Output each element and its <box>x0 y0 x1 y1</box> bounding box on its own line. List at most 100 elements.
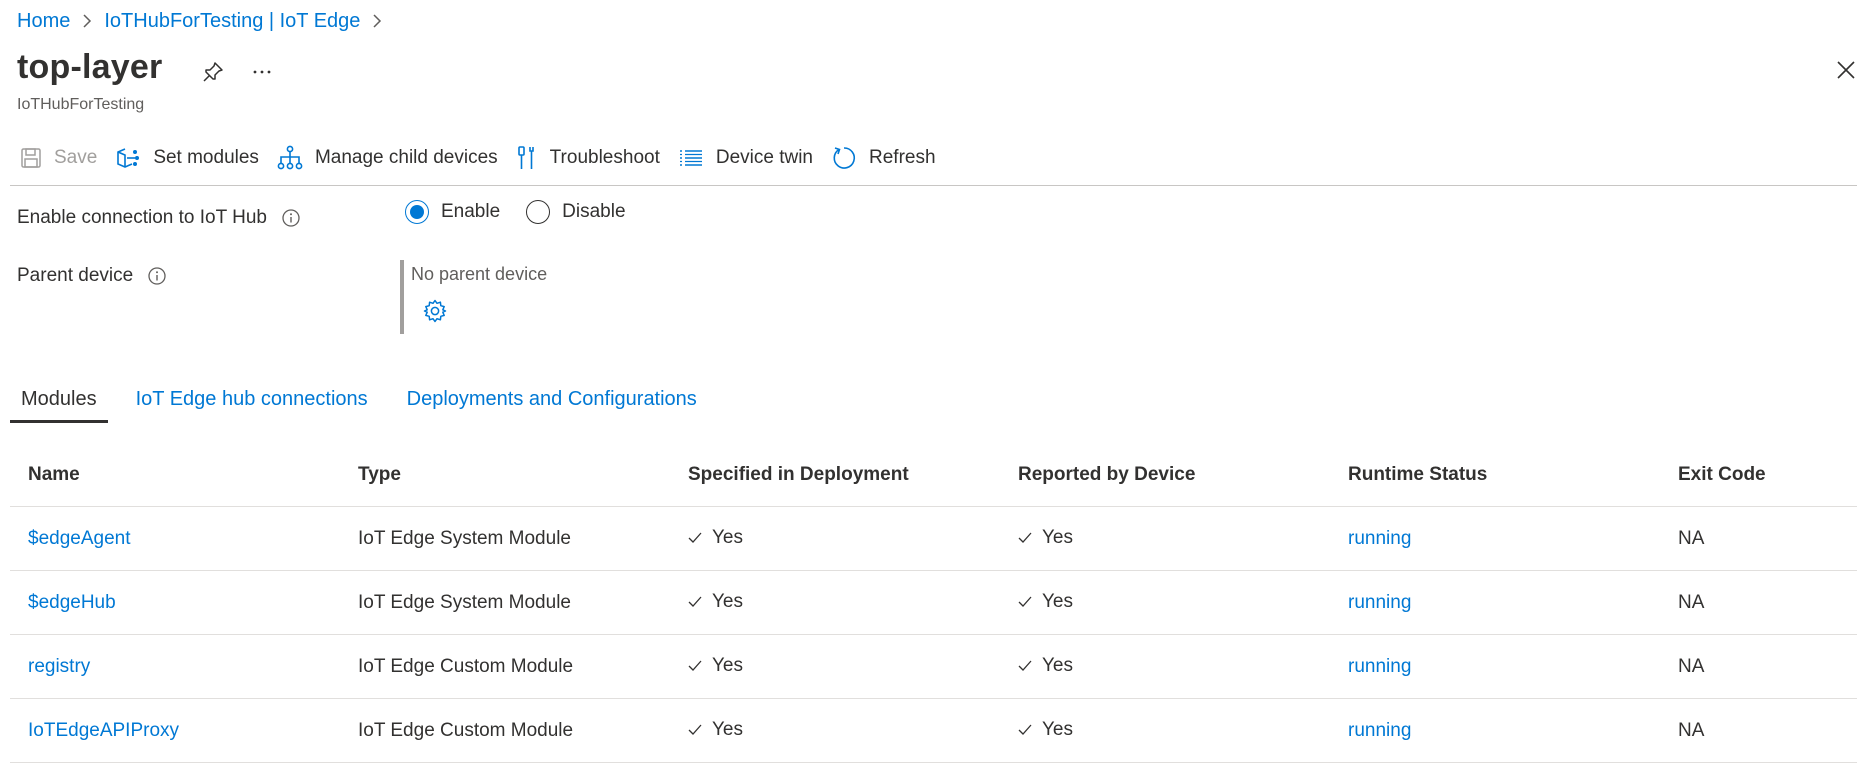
exit-code: NA <box>1660 506 1857 571</box>
enable-radio[interactable]: Enable <box>405 200 500 224</box>
runtime-status-link[interactable]: running <box>1348 592 1411 613</box>
reported-value: Yes <box>1042 527 1073 548</box>
set-modules-button[interactable]: Set modules <box>115 146 259 170</box>
checkmark-icon <box>688 532 702 543</box>
enable-connection-label: Enable connection to IoT Hub <box>17 207 267 228</box>
module-name-link[interactable]: $edgeAgent <box>28 528 131 549</box>
manage-child-devices-button[interactable]: Manage child devices <box>277 145 498 171</box>
column-header-type[interactable]: Type <box>340 444 670 507</box>
reported-cell: Yes <box>1018 719 1073 741</box>
radio-unchecked-icon <box>526 200 551 224</box>
enable-connection-field: Enable connection to IoT Hub <box>17 207 301 229</box>
radio-checked-icon <box>405 200 429 224</box>
command-bar: Save Set modules Manage child devices Tr… <box>20 142 954 174</box>
info-icon[interactable] <box>147 266 167 286</box>
specified-cell: Yes <box>688 527 743 549</box>
module-type: IoT Edge Custom Module <box>340 634 670 699</box>
toolbar-divider <box>10 185 1857 186</box>
set-modules-icon <box>117 148 140 168</box>
reported-cell: Yes <box>1018 591 1073 613</box>
checkmark-icon <box>688 724 702 735</box>
breadcrumb: Home IoTHubForTesting | IoT Edge <box>17 8 394 34</box>
checkmark-icon <box>688 660 702 671</box>
specified-cell: Yes <box>688 591 743 613</box>
column-header-reported[interactable]: Reported by Device <box>1000 444 1330 507</box>
refresh-button[interactable]: Refresh <box>831 145 936 171</box>
tab-bar: Modules IoT Edge hub connections Deploym… <box>10 378 725 423</box>
save-button[interactable]: Save <box>20 147 97 169</box>
reported-value: Yes <box>1042 655 1073 676</box>
exit-code: NA <box>1660 634 1857 699</box>
checkmark-icon <box>1018 724 1032 735</box>
parent-device-field: Parent device <box>17 265 167 287</box>
column-header-runtime-status[interactable]: Runtime Status <box>1330 444 1660 507</box>
device-twin-button[interactable]: Device twin <box>678 147 813 169</box>
module-name-link[interactable]: $edgeHub <box>28 592 116 613</box>
close-icon[interactable] <box>1835 59 1857 81</box>
troubleshoot-label: Troubleshoot <box>549 147 660 168</box>
list-icon <box>679 150 702 166</box>
module-type: IoT Edge System Module <box>340 506 670 571</box>
specified-value: Yes <box>712 655 743 676</box>
specified-value: Yes <box>712 591 743 612</box>
module-type: IoT Edge System Module <box>340 570 670 635</box>
module-name-link[interactable]: registry <box>28 656 90 677</box>
checkmark-icon <box>1018 596 1032 607</box>
table-row: $edgeHub IoT Edge System Module Yes Yes … <box>10 570 1857 635</box>
manage-child-devices-label: Manage child devices <box>314 147 498 168</box>
modules-table: Name Type Specified in Deployment Report… <box>10 444 1857 763</box>
connection-radio-group: Enable Disable <box>405 200 652 224</box>
chevron-right-icon <box>372 13 382 29</box>
specified-cell: Yes <box>688 655 743 677</box>
disable-radio[interactable]: Disable <box>526 200 626 224</box>
tab-deployments-and-configurations[interactable]: Deployments and Configurations <box>396 378 708 420</box>
device-twin-label: Device twin <box>715 147 814 168</box>
set-modules-label: Set modules <box>153 147 259 168</box>
tab-modules[interactable]: Modules <box>10 378 108 423</box>
checkmark-icon <box>688 596 702 607</box>
enable-radio-label: Enable <box>441 201 501 222</box>
module-name-link[interactable]: IoTEdgeAPIProxy <box>28 720 179 741</box>
column-header-specified[interactable]: Specified in Deployment <box>670 444 1000 507</box>
page-title: top-layer <box>17 48 163 86</box>
breadcrumb-iot-edge-link[interactable]: IoTHubForTesting | IoT Edge <box>104 10 360 33</box>
info-icon[interactable] <box>281 208 301 228</box>
gear-icon[interactable] <box>422 298 448 324</box>
reported-cell: Yes <box>1018 527 1073 549</box>
specified-cell: Yes <box>688 719 743 741</box>
exit-code: NA <box>1660 698 1857 763</box>
reported-cell: Yes <box>1018 655 1073 677</box>
checkmark-icon <box>1018 660 1032 671</box>
parent-device-bar <box>400 260 404 334</box>
refresh-icon <box>833 147 856 169</box>
save-icon <box>21 148 41 168</box>
column-header-exit-code[interactable]: Exit Code <box>1660 444 1857 507</box>
page-subtitle: IoTHubForTesting <box>17 96 145 113</box>
column-header-name[interactable]: Name <box>10 444 340 507</box>
save-label: Save <box>54 147 98 168</box>
specified-value: Yes <box>712 719 743 740</box>
runtime-status-link[interactable]: running <box>1348 528 1411 549</box>
module-type: IoT Edge Custom Module <box>340 698 670 763</box>
troubleshoot-button[interactable]: Troubleshoot <box>516 145 660 171</box>
refresh-label: Refresh <box>869 147 936 168</box>
table-row: registry IoT Edge Custom Module Yes Yes … <box>10 634 1857 699</box>
chevron-right-icon <box>82 13 92 29</box>
exit-code: NA <box>1660 570 1857 635</box>
reported-value: Yes <box>1042 591 1073 612</box>
reported-value: Yes <box>1042 719 1073 740</box>
pin-icon[interactable] <box>201 60 225 84</box>
more-icon[interactable] <box>250 60 274 84</box>
table-row: $edgeAgent IoT Edge System Module Yes Ye… <box>10 506 1857 571</box>
troubleshoot-icon <box>517 146 534 169</box>
runtime-status-link[interactable]: running <box>1348 656 1411 677</box>
hierarchy-icon <box>277 145 303 170</box>
disable-radio-label: Disable <box>562 201 626 222</box>
breadcrumb-home-link[interactable]: Home <box>17 10 70 33</box>
table-header-row: Name Type Specified in Deployment Report… <box>10 444 1857 507</box>
parent-device-label: Parent device <box>17 265 134 286</box>
parent-device-value: No parent device <box>411 264 548 284</box>
tab-iot-edge-hub-connections[interactable]: IoT Edge hub connections <box>125 378 379 420</box>
runtime-status-link[interactable]: running <box>1348 720 1411 741</box>
table-row: IoTEdgeAPIProxy IoT Edge Custom Module Y… <box>10 698 1857 763</box>
